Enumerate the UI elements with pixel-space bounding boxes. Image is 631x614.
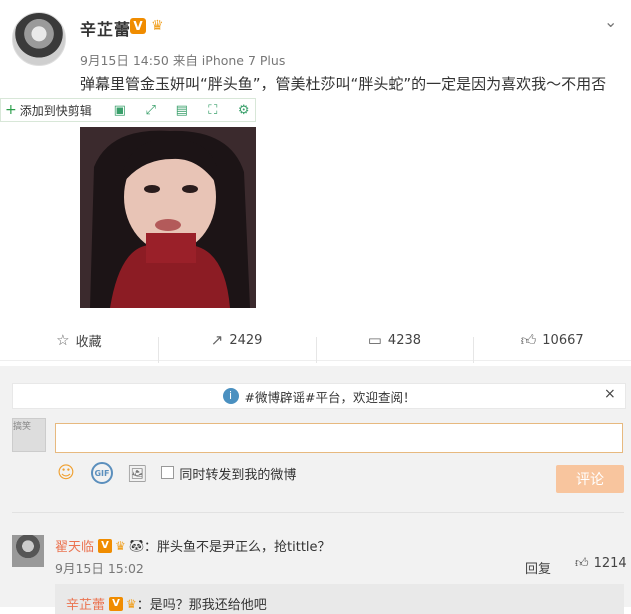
verified-badge-icon: V	[130, 18, 146, 34]
clip-toolbar: + 添加到快剪辑 ▣ ⤢ ▤ ⛶ ⚙	[0, 98, 256, 122]
author-avatar[interactable]	[12, 12, 66, 66]
copy-icon[interactable]: ▣	[109, 99, 131, 121]
comment-like-count: 1214	[593, 556, 627, 571]
settings-icon[interactable]: ⚙	[233, 99, 255, 121]
reply-button[interactable]: 回复	[525, 558, 551, 577]
post-image[interactable]	[80, 127, 256, 308]
rumor-notice[interactable]: i #微博辟谣#平台，欢迎查阅！	[12, 383, 626, 409]
info-icon: i	[222, 388, 239, 404]
repost-checkbox-label: 同时转发到我的微博	[179, 467, 297, 483]
crown-icon: ♛	[151, 18, 164, 34]
favorite-button[interactable]: ☆ 收藏	[0, 331, 158, 350]
add-to-clip-label: 添加到快剪辑	[19, 103, 92, 118]
sub-reply-author[interactable]: 辛芷蕾	[66, 594, 105, 613]
commenter-avatar[interactable]	[12, 535, 44, 567]
avatar-caption: 搞笑	[13, 422, 32, 432]
comment-time: 9月15日 15:02	[55, 561, 144, 576]
divider	[12, 512, 624, 513]
comment-input[interactable]	[55, 423, 623, 453]
post-text: 弹幕里管金玉妍叫“胖头鱼”，管美杜莎叫“胖头蛇”的一定是因为喜欢我～不用否	[80, 75, 607, 93]
composer-tools: ☺ GIF 🖼︎ 同时转发到我的微博	[55, 462, 296, 484]
post-meta: 9月15日 14:50 来自 iPhone 7 Plus	[80, 53, 286, 68]
repost-button[interactable]: ↗ 2429	[157, 331, 316, 363]
sub-reply-line: 辛芷蕾 V ♛ ：是吗？那我还给他吧	[66, 594, 267, 613]
save-icon[interactable]: ▤	[171, 99, 193, 121]
repost-icon: ↗	[210, 331, 224, 349]
chevron-down-icon[interactable]: ⌄	[604, 12, 617, 31]
sub-reply-body: ：是吗？那我还给他吧	[136, 598, 267, 613]
notice-text: #微博辟谣#平台，欢迎查阅！	[244, 389, 416, 405]
gif-icon[interactable]: GIF	[91, 462, 113, 484]
star-icon: ☆	[56, 331, 70, 349]
repost-checkbox[interactable]	[161, 465, 175, 479]
crown-icon: ♛	[126, 596, 137, 611]
submit-comment-button[interactable]: 评论	[556, 465, 624, 493]
commenter-name[interactable]: 翟天临	[55, 536, 94, 555]
plus-icon: +	[5, 102, 17, 118]
crop-icon[interactable]: ⛶	[202, 99, 224, 121]
like-button[interactable]: 👍︎ 10667	[473, 330, 631, 363]
comment-button[interactable]: ▭ 4238	[315, 331, 474, 363]
like-count: 10667	[542, 332, 584, 348]
post-action-bar: ☆ 收藏 ↗ 2429 ▭ 4238 👍︎ 10667	[0, 320, 631, 363]
comment-like-button[interactable]: 👍︎ 1214	[575, 556, 627, 571]
comment-count: 4238	[387, 332, 422, 348]
thumbs-up-icon: 👍︎	[520, 330, 537, 349]
repost-checkbox-row[interactable]: 同时转发到我的微博	[161, 464, 296, 483]
thumbs-up-icon: 👍︎	[575, 556, 589, 571]
favorite-label: 收藏	[75, 334, 102, 350]
verified-badge-icon: V	[98, 538, 113, 553]
current-user-avatar: 搞笑	[12, 418, 46, 452]
crown-icon: ♛	[115, 538, 126, 553]
comment-body: ：胖头鱼不是尹正么，抢tittle？	[144, 540, 331, 555]
verified-badge-icon: V	[109, 596, 124, 611]
expand-icon[interactable]: ⤢	[140, 99, 162, 121]
portrait-illustration	[80, 127, 256, 308]
author-name[interactable]: 辛芷蕾	[80, 16, 131, 40]
add-to-clip-button[interactable]: + 添加到快剪辑	[1, 102, 100, 119]
panda-icon: 🐼︎	[128, 538, 145, 553]
comment-icon: ▭	[367, 331, 382, 349]
repost-count: 2429	[229, 332, 263, 348]
emoji-icon[interactable]: ☺	[55, 462, 77, 484]
image-icon[interactable]: 🖼︎	[127, 464, 147, 483]
close-icon[interactable]: ×	[604, 386, 616, 402]
comment-line: 翟天临 V ♛ 🐼︎ ：胖头鱼不是尹正么，抢tittle？	[55, 536, 331, 555]
